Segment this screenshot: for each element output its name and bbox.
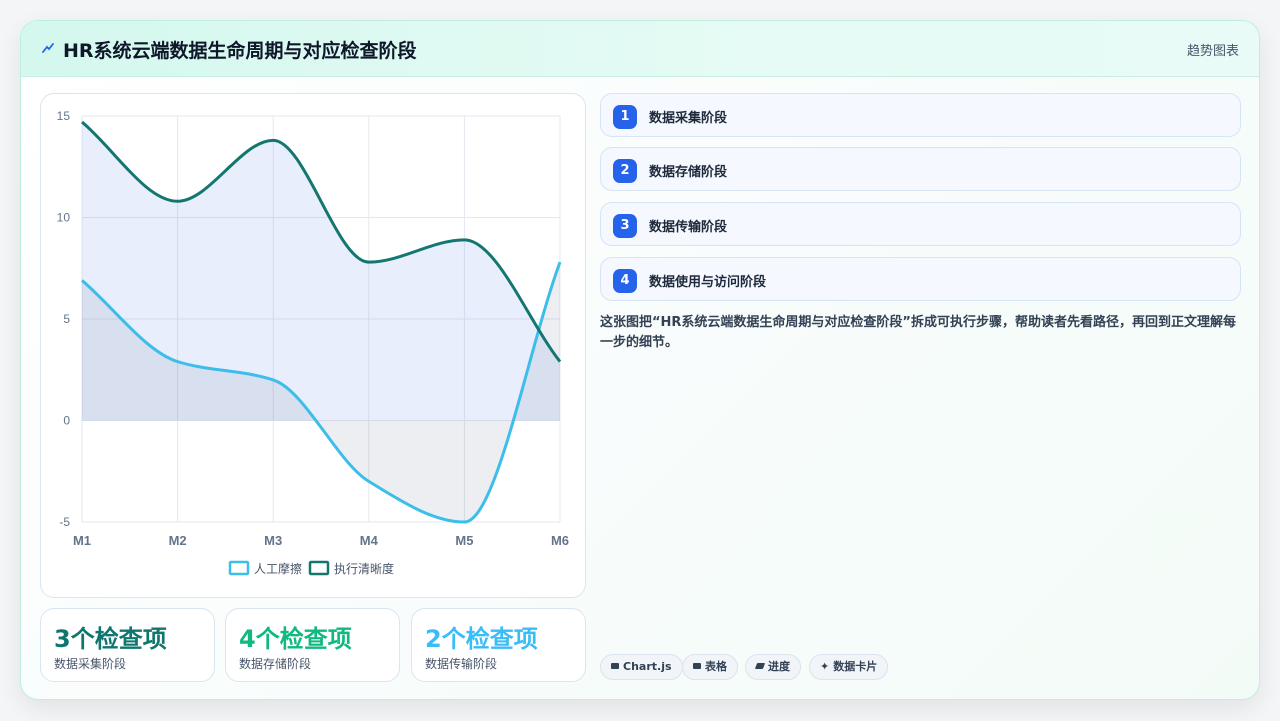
step-item-2[interactable]: 2 数据存储阶段 <box>600 147 1241 191</box>
sparkle-icon: ✦ <box>820 660 830 673</box>
stat-label: 数据采集阶段 <box>54 657 127 671</box>
step-label: 数据存储阶段 <box>649 165 728 180</box>
x-tick-label: M4 <box>360 533 379 548</box>
stat-card-collection: 3个检查项 数据采集阶段 <box>40 608 215 682</box>
chart-type-label[interactable]: 趋势图表 <box>1187 40 1239 59</box>
step-number-badge: 2 <box>613 159 637 183</box>
step-label: 数据使用与访问阶段 <box>649 275 767 290</box>
y-tick-label: 15 <box>57 109 71 123</box>
tag-data-card[interactable]: ✦ 数据卡片 <box>809 654 889 680</box>
step-number-badge: 3 <box>613 214 637 238</box>
x-tick-label: M5 <box>455 533 473 548</box>
legend-swatch <box>308 560 330 576</box>
stat-card-transfer: 2个检查项 数据传输阶段 <box>411 608 586 682</box>
line-chart: -5 0 5 10 15 M1 M2 M3 M4 M5 M6 人工摩擦 执行清晰度 <box>57 109 569 576</box>
y-tick-label: 5 <box>63 312 70 326</box>
description-text: 这张图把“HR系统云端数据生命周期与对应检查阶段”拆成可执行步骤，帮助读者先看路… <box>600 315 1236 350</box>
legend-swatch <box>228 560 250 576</box>
stat-value: 2个检查项 <box>425 625 538 653</box>
x-tick-label: M3 <box>264 533 282 548</box>
step-item-3[interactable]: 3 数据传输阶段 <box>600 202 1241 246</box>
stat-label: 数据存储阶段 <box>239 657 312 671</box>
main-card: HR系统云端数据生命周期与对应检查阶段 趋势图表 -5 0 5 10 15 M1 M2 M3 M… <box>20 20 1260 700</box>
trend-icon <box>42 43 54 53</box>
stat-label: 数据传输阶段 <box>425 657 498 671</box>
step-label: 数据传输阶段 <box>649 220 728 235</box>
chart-icon <box>611 663 619 669</box>
x-tick-label: M2 <box>169 533 187 548</box>
x-tick-label: M6 <box>551 533 569 548</box>
stat-value: 4个检查项 <box>239 625 352 653</box>
y-tick-label: 0 <box>63 414 70 428</box>
table-icon <box>693 663 701 669</box>
progress-icon <box>754 663 766 669</box>
y-tick-label: -5 <box>59 515 70 529</box>
tag-label: 数据卡片 <box>833 660 878 673</box>
tag-chartjs[interactable]: Chart.js <box>600 654 683 680</box>
step-item-4[interactable]: 4 数据使用与访问阶段 <box>600 257 1241 301</box>
step-item-1[interactable]: 1 数据采集阶段 <box>600 93 1241 137</box>
tag-label: 表格 <box>705 660 727 673</box>
y-tick-label: 10 <box>57 211 71 225</box>
x-tick-label: M1 <box>73 533 91 548</box>
stat-card-storage: 4个检查项 数据存储阶段 <box>225 608 400 682</box>
tag-label: Chart.js <box>623 660 672 673</box>
step-label: 数据采集阶段 <box>649 111 728 126</box>
card-header: HR系统云端数据生命周期与对应检查阶段 趋势图表 <box>21 21 1259 77</box>
tag-label: 进度 <box>768 660 790 673</box>
step-number-badge: 1 <box>613 105 637 129</box>
line-chart-panel: -5 0 5 10 15 M1 M2 M3 M4 M5 M6 人工摩擦 执行清晰度 <box>40 93 586 598</box>
legend-label: 执行清晰度 <box>334 561 394 576</box>
legend-label: 人工摩擦 <box>254 561 302 576</box>
tag-progress[interactable]: 进度 <box>745 654 801 680</box>
tag-table[interactable]: 表格 <box>682 654 738 680</box>
step-number-badge: 4 <box>613 269 637 293</box>
page-title: HR系统云端数据生命周期与对应检查阶段 <box>63 40 417 62</box>
stat-value: 3个检查项 <box>54 625 167 653</box>
